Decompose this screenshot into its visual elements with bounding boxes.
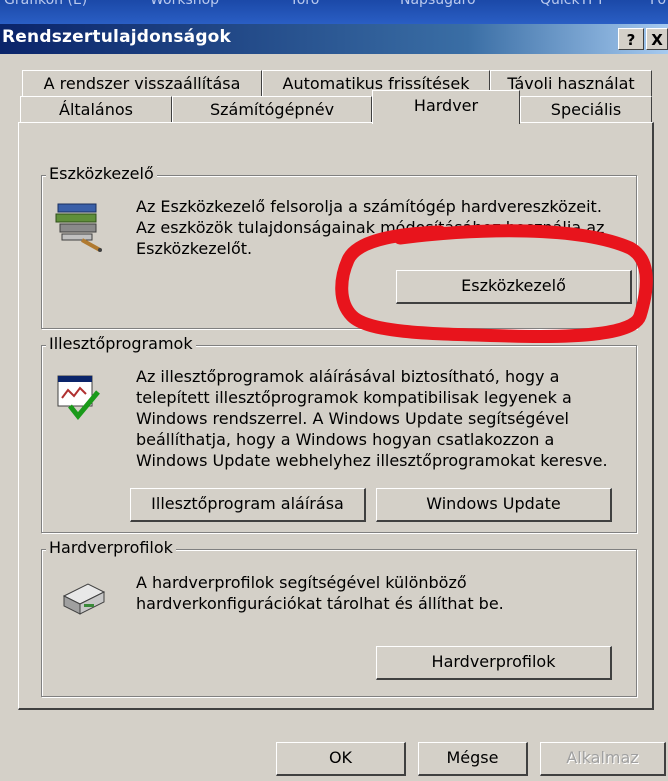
driver-signing-button[interactable]: Illesztőprogram aláírása xyxy=(130,488,366,522)
device-manager-button[interactable]: Eszközkezelő xyxy=(396,270,632,304)
strip-item: Napsugaro xyxy=(400,0,476,8)
apply-button[interactable]: Alkalmaz xyxy=(540,742,666,776)
hardware-profiles-group: Hardverprofilok A hardverprofilok segíts… xyxy=(41,538,637,697)
tab-system-restore[interactable]: A rendszer visszaállítása xyxy=(22,70,262,98)
hardware-profiles-description: A hardverprofilok segítségével különböző… xyxy=(136,573,504,613)
window-title: Rendszertulajdonságok xyxy=(2,27,232,47)
help-button[interactable]: ? xyxy=(618,28,644,50)
tab-general[interactable]: Általános xyxy=(20,96,172,124)
device-manager-group: Eszközkezelő Az Eszközkezelő felsorolja … xyxy=(41,164,637,329)
cancel-button[interactable]: Mégse xyxy=(418,742,528,776)
drivers-legend: Illesztőprogramok xyxy=(46,334,196,353)
hardware-profiles-button[interactable]: Hardverprofilok xyxy=(376,646,612,680)
driver-signing-icon xyxy=(56,374,102,420)
strip-item: Workshop xyxy=(150,0,220,8)
drivers-group: Illesztőprogramok Az illesztőprogramok a… xyxy=(41,334,637,533)
tab-advanced[interactable]: Speciális xyxy=(520,96,652,124)
close-button[interactable]: X xyxy=(646,28,668,50)
tab-computer-name[interactable]: Számítógépnév xyxy=(172,96,372,124)
drivers-description: Az illesztőprogramok aláírásával biztosí… xyxy=(136,367,608,470)
hardware-profile-icon xyxy=(60,574,108,618)
device-manager-icon xyxy=(52,196,110,252)
device-manager-description: Az Eszközkezelő felsorolja a számítógép … xyxy=(136,197,605,258)
strip-item: Grafikon (E) xyxy=(4,0,88,8)
title-bar[interactable]: Rendszertulajdonságok ? X xyxy=(0,24,668,54)
ok-button[interactable]: OK xyxy=(276,742,406,776)
hardware-profiles-legend: Hardverprofilok xyxy=(46,538,176,557)
strip-item: Fo xyxy=(650,0,667,8)
strip-item: Yoro xyxy=(290,0,320,8)
device-manager-legend: Eszközkezelő xyxy=(46,164,157,183)
clipped-toolbar-strip: Grafikon (E) Workshop Yoro Napsugaro Qui… xyxy=(0,0,668,24)
windows-update-button[interactable]: Windows Update xyxy=(376,488,612,522)
strip-item: QuickTFT xyxy=(540,0,605,8)
tab-hardware[interactable]: Hardver xyxy=(372,90,520,124)
hardware-tab-panel: Eszközkezelő Az Eszközkezelő felsorolja … xyxy=(18,122,654,710)
